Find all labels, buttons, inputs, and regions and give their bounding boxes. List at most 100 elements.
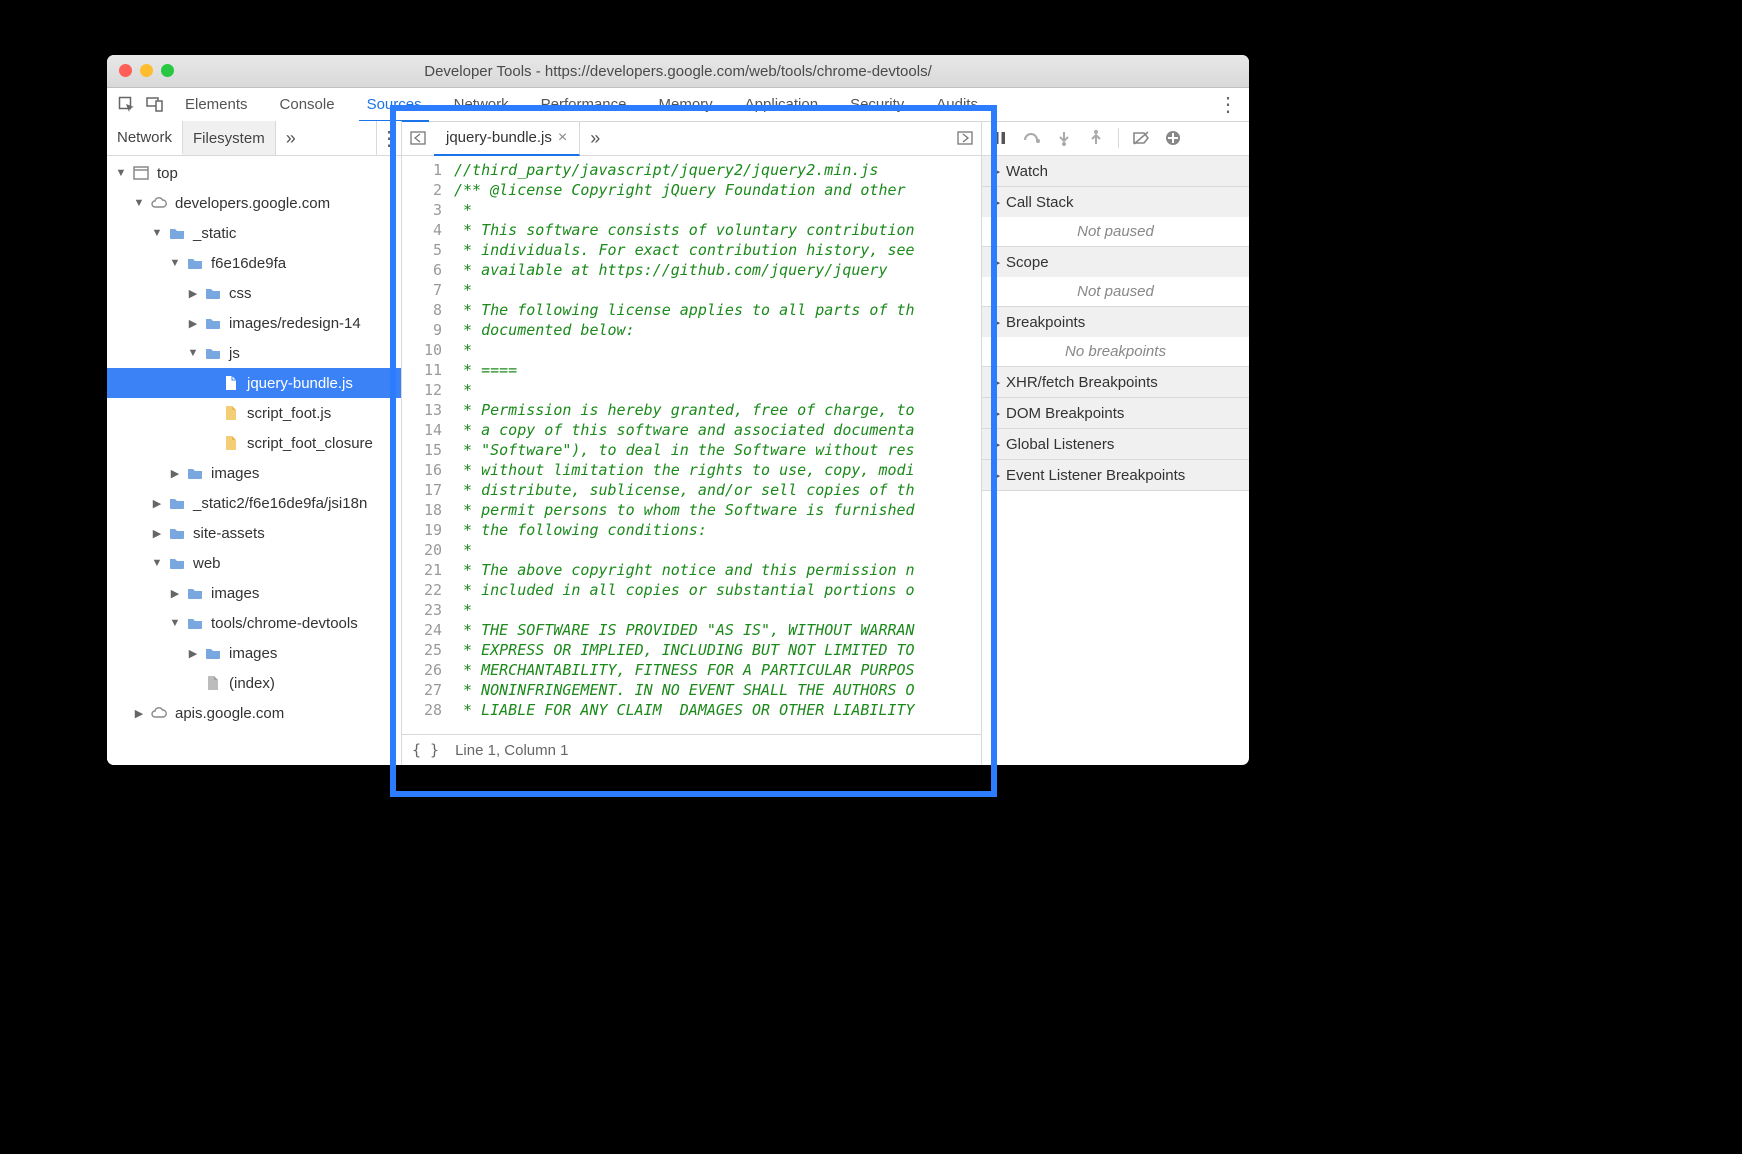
hide-navigator-icon[interactable] bbox=[402, 121, 434, 155]
chevron-right-icon[interactable]: ▶ bbox=[151, 527, 163, 540]
debug-section: ▶DOM Breakpoints bbox=[982, 398, 1249, 429]
pause-on-exceptions-icon[interactable] bbox=[1159, 124, 1187, 152]
navigator-tab-network[interactable]: Network bbox=[107, 121, 183, 155]
file-gray-icon bbox=[203, 675, 223, 691]
debug-section-title: Scope bbox=[1006, 254, 1049, 271]
navigator-tab-filesystem[interactable]: Filesystem bbox=[183, 121, 276, 155]
chevron-right-icon: ▶ bbox=[990, 165, 1002, 178]
tree-item-label: f6e16de9fa bbox=[211, 255, 286, 272]
window-title: Developer Tools - https://developers.goo… bbox=[107, 63, 1249, 80]
chevron-right-icon[interactable]: ▶ bbox=[133, 707, 145, 720]
navigator-more-icon[interactable]: » bbox=[276, 121, 306, 155]
navigator-options-icon[interactable]: ⋮ bbox=[376, 121, 401, 155]
chevron-right-icon: ▶ bbox=[990, 376, 1002, 389]
chevron-down-icon[interactable]: ▼ bbox=[151, 227, 163, 239]
chevron-down-icon[interactable]: ▼ bbox=[169, 617, 181, 629]
chevron-right-icon[interactable]: ▶ bbox=[187, 317, 199, 330]
cursor-position: Line 1, Column 1 bbox=[455, 742, 568, 759]
debug-section-title: DOM Breakpoints bbox=[1006, 405, 1124, 422]
debug-section-header[interactable]: ▶DOM Breakpoints bbox=[982, 398, 1249, 428]
tree-item[interactable]: ▶_static2/f6e16de9fa/jsi18n bbox=[107, 488, 401, 518]
tree-item[interactable]: jquery-bundle.js bbox=[107, 368, 401, 398]
debug-section-header[interactable]: ▶Global Listeners bbox=[982, 429, 1249, 459]
chevron-right-icon: ▶ bbox=[990, 196, 1002, 209]
close-window-button[interactable] bbox=[119, 64, 132, 77]
tree-item-label: top bbox=[157, 165, 178, 182]
tree-item[interactable]: ▶images bbox=[107, 578, 401, 608]
tree-item[interactable]: ▼_static bbox=[107, 218, 401, 248]
editor-pane: jquery-bundle.js × » 1234567891011121314… bbox=[402, 121, 982, 765]
editor-tab-bar: jquery-bundle.js × » bbox=[402, 121, 981, 156]
code-editor[interactable]: 1234567891011121314151617181920212223242… bbox=[402, 156, 981, 734]
main-tab-performance[interactable]: Performance bbox=[525, 88, 643, 121]
step-over-icon[interactable] bbox=[1018, 124, 1046, 152]
main-tab-security[interactable]: Security bbox=[834, 88, 920, 121]
tree-item[interactable]: ▶apis.google.com bbox=[107, 698, 401, 728]
main-tab-console[interactable]: Console bbox=[264, 88, 351, 121]
chevron-down-icon[interactable]: ▼ bbox=[115, 167, 127, 179]
step-out-icon[interactable] bbox=[1082, 124, 1110, 152]
cloud-icon bbox=[149, 706, 169, 720]
chevron-right-icon[interactable]: ▶ bbox=[169, 467, 181, 480]
debug-section-header[interactable]: ▶ XHR/fetch Breakpoints bbox=[982, 367, 1249, 397]
tree-item[interactable]: ▶images bbox=[107, 638, 401, 668]
main-tab-audits[interactable]: Audits bbox=[920, 88, 994, 121]
tree-item[interactable]: script_foot.js bbox=[107, 398, 401, 428]
zoom-window-button[interactable] bbox=[161, 64, 174, 77]
tree-item[interactable]: ▶site-assets bbox=[107, 518, 401, 548]
debug-section-title: XHR/fetch Breakpoints bbox=[1006, 374, 1158, 391]
debug-section-body: Not paused bbox=[982, 277, 1249, 306]
chevron-right-icon[interactable]: ▶ bbox=[151, 497, 163, 510]
pause-icon[interactable] bbox=[986, 124, 1014, 152]
debug-section-header[interactable]: ▶Breakpoints bbox=[982, 307, 1249, 337]
tree-item[interactable]: ▼web bbox=[107, 548, 401, 578]
tree-item-label: developers.google.com bbox=[175, 195, 330, 212]
main-tab-application[interactable]: Application bbox=[729, 88, 834, 121]
main-tab-sources[interactable]: Sources bbox=[351, 88, 438, 121]
tree-item-label: script_foot.js bbox=[247, 405, 331, 422]
hide-debugger-icon[interactable] bbox=[949, 121, 981, 155]
tree-item[interactable]: ▶images bbox=[107, 458, 401, 488]
minimize-window-button[interactable] bbox=[140, 64, 153, 77]
editor-more-tabs-icon[interactable]: » bbox=[580, 121, 610, 155]
tree-item[interactable]: ▼ top bbox=[107, 158, 401, 188]
chevron-right-icon[interactable]: ▶ bbox=[187, 647, 199, 660]
chevron-down-icon[interactable]: ▼ bbox=[133, 197, 145, 209]
debug-section: ▶ XHR/fetch Breakpoints bbox=[982, 367, 1249, 398]
tree-item[interactable]: ▼ developers.google.com bbox=[107, 188, 401, 218]
step-into-icon[interactable] bbox=[1050, 124, 1078, 152]
devtools-window: Developer Tools - https://developers.goo… bbox=[107, 55, 1249, 765]
editor-tab-active[interactable]: jquery-bundle.js × bbox=[434, 121, 580, 156]
tree-item[interactable]: (index) bbox=[107, 668, 401, 698]
tree-item[interactable]: ▼tools/chrome-devtools bbox=[107, 608, 401, 638]
file-tree[interactable]: ▼top▼developers.google.com▼_static▼f6e16… bbox=[107, 156, 401, 765]
more-options-icon[interactable]: ⋮ bbox=[1213, 88, 1243, 121]
chevron-down-icon[interactable]: ▼ bbox=[169, 257, 181, 269]
main-tab-memory[interactable]: Memory bbox=[643, 88, 729, 121]
debug-section-header[interactable]: ▶Call Stack bbox=[982, 187, 1249, 217]
debug-section-header[interactable]: ▶ Scope bbox=[982, 247, 1249, 277]
main-tab-elements[interactable]: Elements bbox=[169, 88, 264, 121]
chevron-down-icon[interactable]: ▼ bbox=[187, 347, 199, 359]
debug-section: ▶Call StackNot paused bbox=[982, 187, 1249, 247]
chevron-down-icon[interactable]: ▼ bbox=[151, 557, 163, 569]
tree-item[interactable]: script_foot_closure bbox=[107, 428, 401, 458]
close-tab-icon[interactable]: × bbox=[558, 129, 567, 147]
tree-item[interactable]: ▶images/redesign-14 bbox=[107, 308, 401, 338]
debug-section-title: Watch bbox=[1006, 163, 1048, 180]
chevron-right-icon[interactable]: ▶ bbox=[187, 287, 199, 300]
tree-item[interactable]: ▼js bbox=[107, 338, 401, 368]
tree-item[interactable]: ▶css bbox=[107, 278, 401, 308]
chevron-right-icon: ▶ bbox=[990, 438, 1002, 451]
debug-section-header[interactable]: ▶ Watch bbox=[982, 156, 1249, 186]
chevron-right-icon[interactable]: ▶ bbox=[169, 587, 181, 600]
tree-item[interactable]: ▼ f6e16de9fa bbox=[107, 248, 401, 278]
pretty-print-icon[interactable]: { } bbox=[412, 741, 439, 759]
device-toolbar-icon[interactable] bbox=[141, 88, 169, 121]
debug-section-header[interactable]: ▶Event Listener Breakpoints bbox=[982, 460, 1249, 490]
editor-status-bar: { } Line 1, Column 1 bbox=[402, 734, 981, 765]
deactivate-breakpoints-icon[interactable] bbox=[1127, 124, 1155, 152]
inspect-element-icon[interactable] bbox=[113, 88, 141, 121]
main-tab-network[interactable]: Network bbox=[438, 88, 525, 121]
chevron-right-icon: ▶ bbox=[990, 256, 1002, 269]
